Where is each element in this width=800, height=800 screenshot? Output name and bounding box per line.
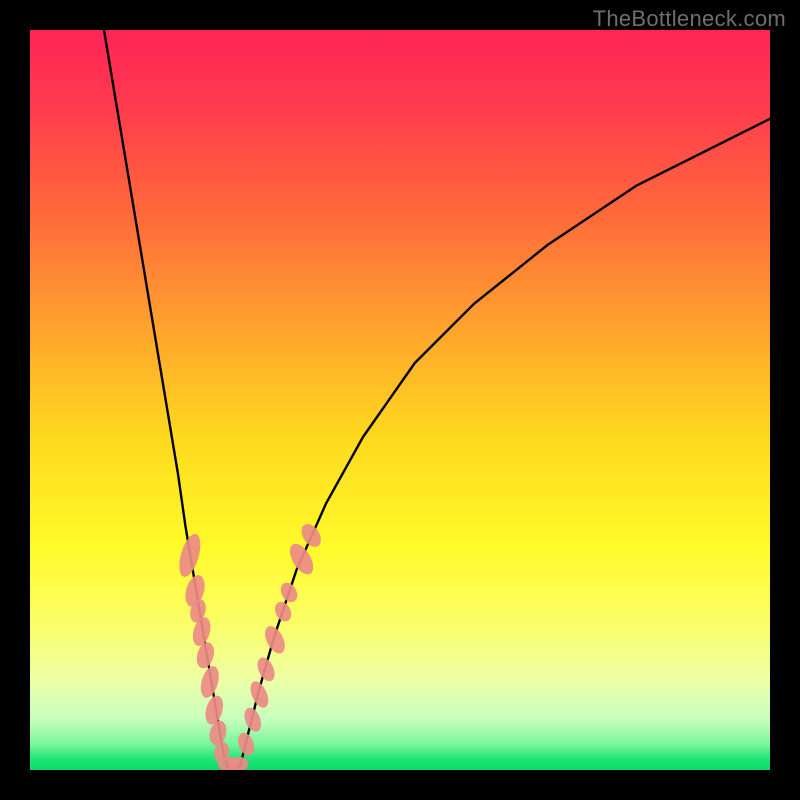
chart-frame: TheBottleneck.com [0, 0, 800, 800]
background-gradient [30, 30, 770, 770]
watermark-text: TheBottleneck.com [593, 6, 786, 32]
plot-area [30, 30, 770, 770]
chart-svg [30, 30, 770, 770]
